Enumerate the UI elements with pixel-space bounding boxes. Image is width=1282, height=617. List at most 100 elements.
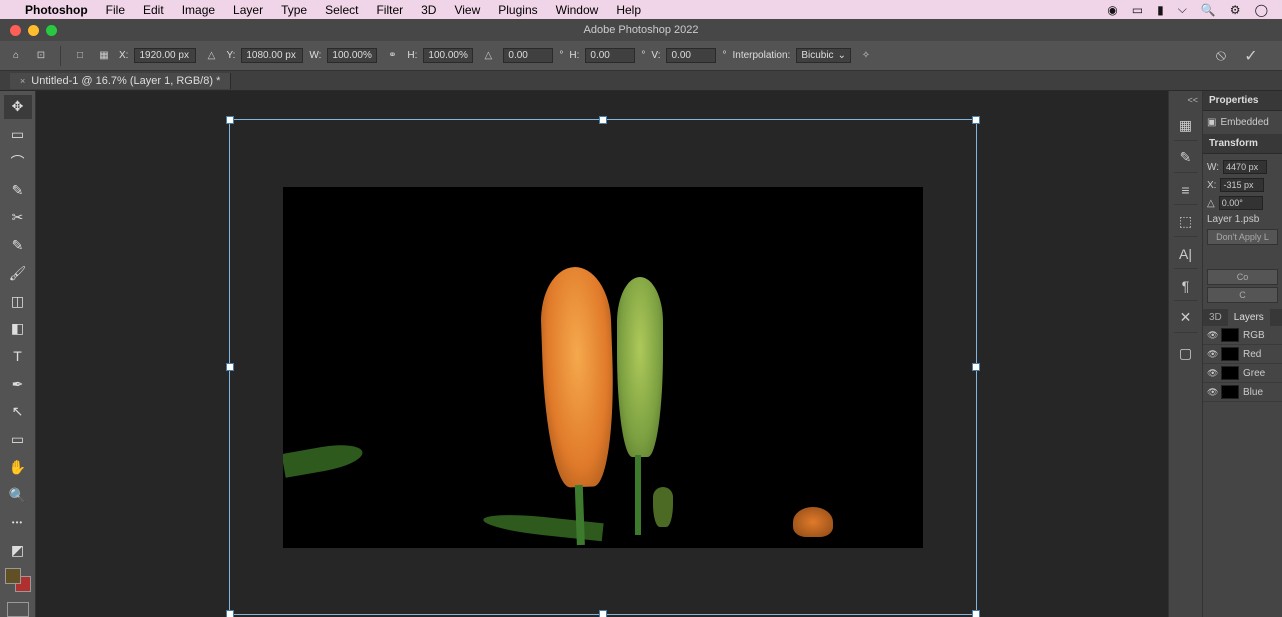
y-field[interactable] [241,48,303,63]
skew-h-field[interactable] [585,48,635,63]
status-control-center-icon[interactable]: ⚙ [1230,3,1241,17]
menu-plugins[interactable]: Plugins [489,3,546,17]
menu-filter[interactable]: Filter [367,3,412,17]
window-close-button[interactable] [10,25,21,36]
visibility-icon[interactable]: 👁 [1207,368,1217,379]
menu-select[interactable]: Select [316,3,367,17]
menu-edit[interactable]: Edit [134,3,173,17]
hand-tool[interactable]: ✋ [4,456,32,480]
quick-mask-icon[interactable] [7,602,29,617]
properties-panel-header[interactable]: Properties [1203,91,1282,111]
angle-field[interactable] [503,48,553,63]
gradient-tool[interactable]: ◧ [4,317,32,341]
status-wifi-icon[interactable]: ⌵ [1178,2,1187,17]
edit-toolbar-icon[interactable]: ••• [4,511,32,535]
w-field[interactable] [327,48,377,63]
artboard-panel-icon[interactable]: ▢ [1174,341,1198,365]
menu-view[interactable]: View [445,3,489,17]
dont-apply-button[interactable]: Don't Apply L [1207,229,1278,245]
transform-bounding-box[interactable] [229,119,977,615]
default-colors-icon[interactable]: ◩ [4,539,32,563]
transform-handle-mid-left[interactable] [226,363,234,371]
prop-x-field[interactable] [1220,178,1264,192]
transform-handle-bot-right[interactable] [972,610,980,617]
menu-window[interactable]: Window [547,3,608,17]
transform-reset-icon[interactable]: ⊡ [32,47,50,65]
tab-3d[interactable]: 3D [1203,309,1228,326]
eraser-tool[interactable]: ◫ [4,289,32,313]
skew-v-field[interactable] [666,48,716,63]
window-zoom-button[interactable] [46,25,57,36]
x-field[interactable] [134,48,196,63]
reference-point-icon[interactable]: □ [71,47,89,65]
w-label: W: [309,50,321,61]
libraries-panel-icon[interactable]: ⬚ [1174,213,1198,237]
move-tool[interactable]: ✥ [4,95,32,119]
channel-row-red[interactable]: 👁 Red [1203,345,1282,364]
commit-transform-icon[interactable]: ✓ [1242,47,1260,65]
status-siri-icon[interactable]: ◯ [1255,3,1268,17]
reference-grid-icon[interactable]: ▦ [95,47,113,65]
convert-button-2[interactable]: C [1207,287,1278,303]
menu-image[interactable]: Image [173,3,224,17]
convert-button-1[interactable]: Co [1207,269,1278,285]
path-select-tool[interactable]: ↖ [4,400,32,424]
rectangle-tool[interactable]: ▭ [4,428,32,452]
status-search-icon[interactable]: 🔍 [1201,3,1216,17]
status-record-icon[interactable]: ◉ [1107,3,1117,17]
channel-row-blue[interactable]: 👁 Blue [1203,383,1282,402]
crop-tool[interactable]: ✂ [4,206,32,230]
tools-panel-icon[interactable]: ✕ [1174,309,1198,333]
home-icon[interactable]: ⌂ [6,50,26,61]
menu-layer[interactable]: Layer [224,3,272,17]
type-tool[interactable]: T [4,345,32,369]
visibility-icon[interactable]: 👁 [1207,330,1217,341]
foreground-color-swatch[interactable] [5,568,21,584]
interpolation-dropdown[interactable]: Bicubic⌄ [796,48,851,63]
lasso-tool[interactable]: ⌒ [4,150,32,174]
swatches-panel-icon[interactable]: ✎ [1174,149,1198,173]
menu-help[interactable]: Help [607,3,650,17]
color-swatches[interactable] [5,568,31,592]
zoom-tool[interactable]: 🔍 [4,483,32,507]
prop-w-field[interactable] [1223,160,1267,174]
app-name-menu[interactable]: Photoshop [16,3,97,17]
prop-rotation-field[interactable] [1219,196,1263,210]
status-cc-icon[interactable]: ▭ [1132,3,1143,17]
visibility-icon[interactable]: 👁 [1207,349,1217,360]
document-tab[interactable]: × Untitled-1 @ 16.7% (Layer 1, RGB/8) * [10,73,231,89]
tab-close-icon[interactable]: × [20,76,25,86]
tab-layers[interactable]: Layers [1228,309,1270,326]
warp-icon[interactable]: ✧ [857,47,875,65]
link-wh-icon[interactable]: ⚭ [383,47,401,65]
window-minimize-button[interactable] [28,25,39,36]
menu-3d[interactable]: 3D [412,3,445,17]
channel-row-rgb[interactable]: 👁 RGB [1203,326,1282,345]
character-panel-icon[interactable]: A| [1174,245,1198,269]
skew-v-label: V: [651,50,660,61]
h-field[interactable] [423,48,473,63]
transform-handle-bot-mid[interactable] [599,610,607,617]
transform-handle-top-mid[interactable] [599,116,607,124]
transform-handle-top-left[interactable] [226,116,234,124]
transform-handle-bot-left[interactable] [226,610,234,617]
eyedropper-tool[interactable]: ✎ [4,234,32,258]
marquee-tool[interactable]: ▭ [4,123,32,147]
cancel-transform-icon[interactable]: ⦸ [1212,47,1230,65]
status-battery-icon[interactable]: ▮ [1157,3,1164,17]
visibility-icon[interactable]: 👁 [1207,387,1217,398]
color-panel-icon[interactable]: ▦ [1174,117,1198,141]
transform-handle-mid-right[interactable] [972,363,980,371]
quick-select-tool[interactable]: ✎ [4,178,32,202]
swap-xy-icon[interactable]: △ [202,47,220,65]
transform-handle-top-right[interactable] [972,116,980,124]
menu-type[interactable]: Type [272,3,316,17]
adjustments-panel-icon[interactable]: ≡ [1174,181,1198,205]
collapse-panels-icon[interactable]: << [1187,95,1202,105]
brush-tool[interactable]: 🖌 [4,261,32,285]
channel-row-green[interactable]: 👁 Gree [1203,364,1282,383]
pen-tool[interactable]: ✒ [4,372,32,396]
menu-file[interactable]: File [97,3,134,17]
paragraph-panel-icon[interactable]: ¶ [1174,277,1198,301]
canvas-area[interactable] [36,91,1282,617]
